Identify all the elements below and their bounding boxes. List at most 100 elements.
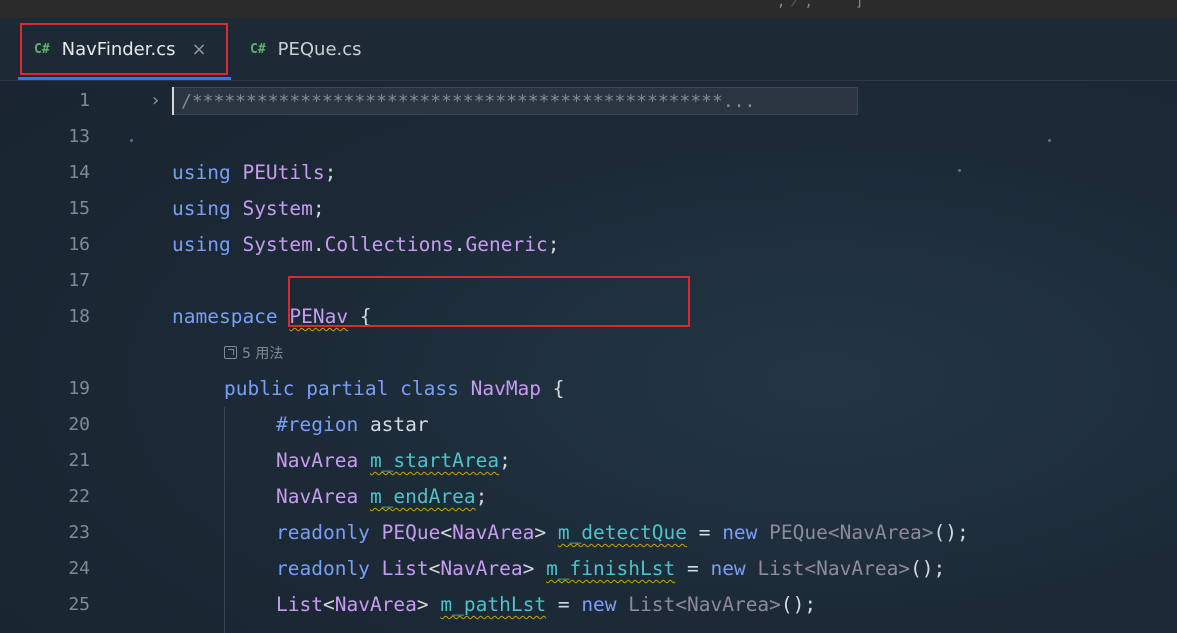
background-star: [130, 139, 133, 142]
code-line-25: List<NavArea> m_pathLst = new List<NavAr…: [276, 587, 816, 623]
indent-guide: [224, 407, 225, 633]
code-line-19: public partial class NavMap {: [224, 371, 565, 407]
type-token: List: [381, 557, 429, 580]
namespace-token: PEUtils: [242, 161, 325, 184]
annotation-box-class-declaration: [288, 276, 690, 327]
punctuation: >: [416, 593, 429, 616]
punctuation: ;: [312, 197, 325, 220]
punctuation: ();: [910, 557, 946, 580]
punctuation: ;: [324, 161, 337, 184]
line-number: 25: [68, 594, 90, 615]
top-strip: ‛ ‚ ⁄ ‚ ‛ ′ ]: [0, 0, 1177, 18]
punctuation: {: [541, 377, 565, 400]
field-token: m_detectQue: [557, 521, 687, 544]
line-number: 1: [79, 90, 90, 111]
line-number: 15: [68, 198, 90, 219]
code-line-15: using System;: [172, 191, 325, 227]
punctuation: >: [522, 557, 535, 580]
fold-chevron-right-icon[interactable]: ›: [150, 83, 161, 119]
code-line-20: #region astar: [276, 407, 429, 443]
punctuation: <: [428, 557, 441, 580]
code-line-14: using PEUtils;: [172, 155, 336, 191]
background-star: [958, 169, 961, 172]
line-number: 22: [68, 486, 90, 507]
keyword: class: [400, 377, 459, 400]
background-star: [1048, 139, 1051, 142]
class-name: NavMap: [470, 377, 542, 400]
preprocessor-directive: #region: [276, 413, 359, 436]
tab-label: PEQue.cs: [277, 38, 362, 60]
usages-inlay-hint[interactable]: 5 用法: [224, 343, 283, 365]
text-caret: [172, 87, 174, 115]
code-line-24: readonly List<NavArea> m_finishLst = new…: [276, 551, 945, 587]
line-number: 18: [68, 306, 90, 327]
namespace-token: Generic: [465, 233, 548, 256]
type-token: NavArea: [276, 449, 359, 472]
keyword: namespace: [172, 305, 278, 328]
keyword: using: [172, 233, 231, 256]
field-token: m_endArea: [369, 485, 476, 508]
csharp-file-icon: C#: [250, 41, 266, 57]
punctuation: <: [440, 521, 453, 544]
punctuation: >: [534, 521, 547, 544]
punctuation: ;: [475, 485, 488, 508]
keyword: public: [224, 377, 295, 400]
type-token: NavArea: [334, 593, 417, 616]
folded-comment-block[interactable]: /***************************************…: [172, 87, 858, 115]
line-number: 20: [68, 414, 90, 435]
top-strip-glyphs: ‛ ‚ ⁄ ‚ ‛ ′ ]: [760, 0, 864, 10]
punctuation: ;: [547, 233, 560, 256]
region-name: astar: [369, 413, 429, 436]
punctuation: =: [546, 593, 582, 616]
tab-peque[interactable]: C# PEQue.cs: [250, 18, 362, 80]
type-token: NavArea: [452, 521, 535, 544]
punctuation: .: [312, 233, 325, 256]
field-token: m_startArea: [369, 449, 500, 472]
field-token: m_pathLst: [440, 593, 547, 616]
usages-count: 5 用法: [242, 346, 284, 362]
line-number: 17: [68, 270, 90, 291]
line-number: 13: [68, 126, 90, 147]
line-number: 21: [68, 450, 90, 471]
line-number: 23: [68, 522, 90, 543]
type-token: NavArea: [440, 557, 523, 580]
keyword: readonly: [276, 557, 370, 580]
keyword: readonly: [276, 521, 370, 544]
punctuation: ();: [780, 593, 817, 616]
code-line-16: using System.Collections.Generic;: [172, 227, 559, 263]
keyword: new: [722, 521, 758, 544]
code-editor[interactable]: 1 13 14 15 16 17 18 19 20 21 22 23 24 25…: [0, 81, 1177, 633]
code-line-22: NavArea m_endArea;: [276, 479, 487, 515]
punctuation: ();: [933, 521, 969, 544]
namespace-token: System: [242, 197, 313, 220]
annotation-box-tab: [20, 23, 228, 75]
keyword: partial: [306, 377, 389, 400]
redundant-type: List<NavArea>: [628, 593, 781, 616]
punctuation: ;: [499, 449, 511, 472]
type-token: NavArea: [276, 485, 359, 508]
line-number: 24: [68, 558, 90, 579]
type-token: PEQue: [381, 521, 441, 544]
keyword: using: [172, 197, 231, 220]
punctuation: =: [675, 557, 711, 580]
punctuation: =: [686, 521, 723, 544]
field-token: m_finishLst: [546, 557, 676, 580]
punctuation: <: [322, 593, 335, 616]
line-number: 19: [68, 378, 90, 399]
keyword: new: [710, 557, 746, 580]
keyword: using: [172, 161, 231, 184]
redundant-type: PEQue<NavArea>: [769, 521, 934, 544]
keyword: new: [581, 593, 617, 616]
ide-window: ‛ ‚ ⁄ ‚ ‛ ′ ] C# NavFinder.cs × C# PEQue…: [0, 0, 1177, 633]
code-line-23: readonly PEQue<NavArea> m_detectQue = ne…: [276, 515, 969, 551]
line-number: 14: [68, 162, 90, 183]
namespace-token: Collections: [324, 233, 454, 256]
namespace-token: System: [242, 233, 313, 256]
line-number: 16: [68, 234, 90, 255]
type-token: List: [276, 593, 323, 616]
punctuation: .: [453, 233, 466, 256]
active-tab-indicator: [18, 77, 231, 80]
code-line-21: NavArea m_startArea;: [276, 443, 511, 479]
external-link-icon: [224, 346, 237, 359]
redundant-type: List<NavArea>: [757, 557, 911, 580]
